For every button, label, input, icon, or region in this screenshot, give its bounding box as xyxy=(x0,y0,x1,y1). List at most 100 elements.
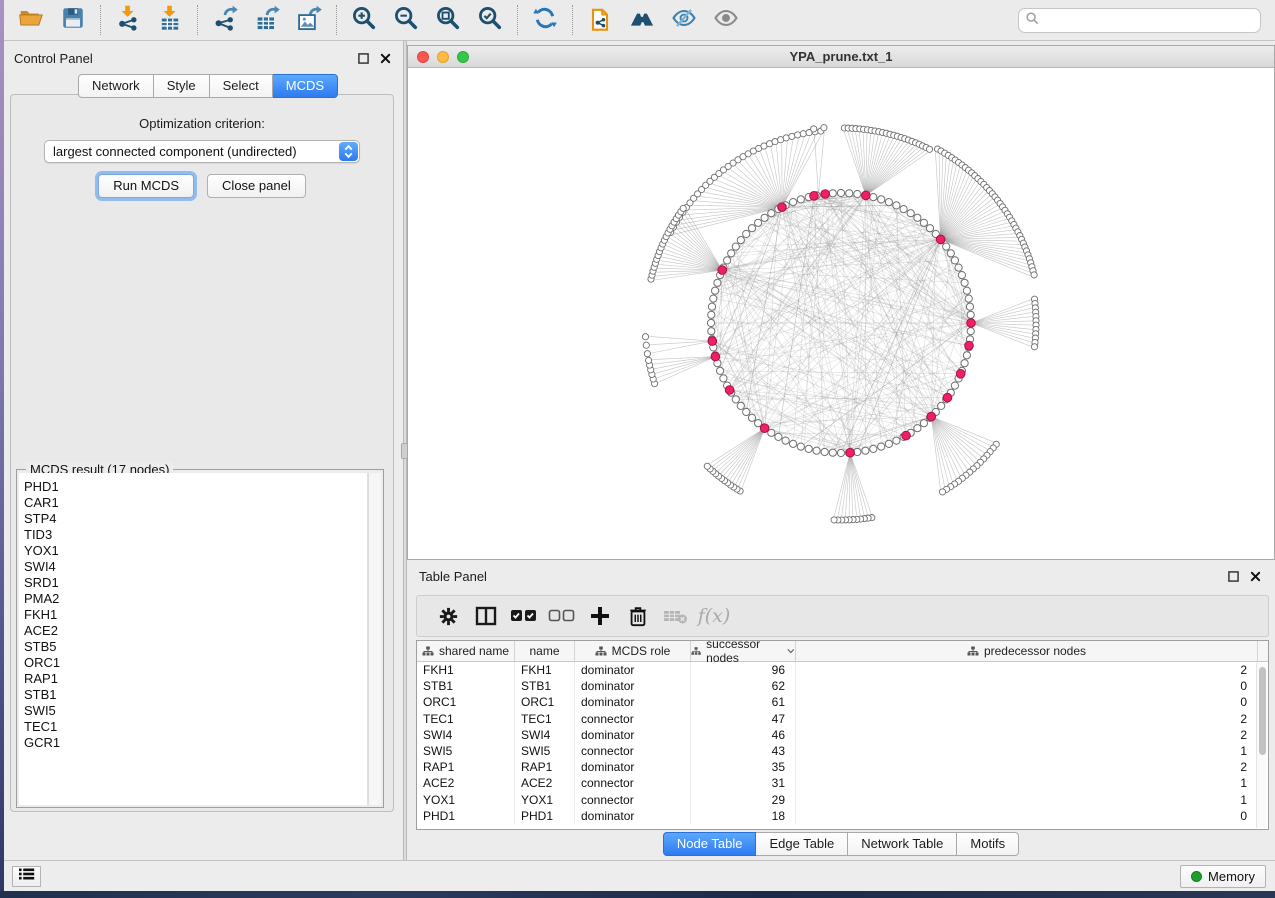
export-network-button[interactable] xyxy=(204,3,246,37)
table-cell[interactable]: connector xyxy=(575,743,691,759)
table-cell[interactable]: SWI5 xyxy=(515,743,575,759)
table-row[interactable]: RAP1RAP1dominator352 xyxy=(417,759,1268,775)
table-cell[interactable]: TEC1 xyxy=(515,711,575,727)
mcds-result-item[interactable]: SRD1 xyxy=(19,575,367,591)
mcds-node[interactable] xyxy=(902,431,911,440)
tab-mcds[interactable]: MCDS xyxy=(273,74,338,98)
table-cell[interactable]: STB1 xyxy=(515,678,575,694)
table-cell[interactable]: connector xyxy=(575,792,691,808)
tab-node-table[interactable]: Node Table xyxy=(663,832,757,856)
table-cell[interactable]: 2 xyxy=(796,727,1258,743)
mcds-result-item[interactable]: PHD1 xyxy=(19,479,367,495)
table-cell[interactable]: ACE2 xyxy=(417,775,515,791)
table-cell[interactable]: ORC1 xyxy=(417,694,515,710)
table-cell[interactable]: 35 xyxy=(691,759,796,775)
table-cell[interactable]: 1 xyxy=(796,743,1258,759)
table-cell[interactable]: dominator xyxy=(575,808,691,824)
column-header-predecessor-nodes[interactable]: predecessor nodes xyxy=(796,641,1258,661)
table-cell[interactable]: PHD1 xyxy=(515,808,575,824)
table-cell[interactable]: 43 xyxy=(691,743,796,759)
table-cell[interactable]: 1 xyxy=(796,775,1258,791)
table-row[interactable]: ORC1ORC1dominator610 xyxy=(417,694,1268,710)
search-network-button[interactable] xyxy=(621,3,663,37)
table-cell[interactable]: 62 xyxy=(691,678,796,694)
table-cell[interactable]: 2 xyxy=(796,662,1258,678)
mcds-node[interactable] xyxy=(821,190,830,199)
table-cell[interactable]: 1 xyxy=(796,792,1258,808)
zoom-out-button[interactable] xyxy=(385,3,427,37)
table-row[interactable]: PHD1PHD1dominator180 xyxy=(417,808,1268,824)
tab-network[interactable]: Network xyxy=(78,74,154,98)
optimization-criterion-select[interactable]: largest connected component (undirected) xyxy=(44,140,360,163)
table-cell[interactable]: dominator xyxy=(575,694,691,710)
mcds-node[interactable] xyxy=(967,319,976,328)
mcds-result-item[interactable]: STP4 xyxy=(19,511,367,527)
tab-select[interactable]: Select xyxy=(210,74,273,98)
table-settings-button[interactable] xyxy=(429,601,467,631)
table-cell[interactable]: dominator xyxy=(575,662,691,678)
table-cell[interactable]: 18 xyxy=(691,808,796,824)
float-table-panel-icon[interactable] xyxy=(1225,569,1241,583)
table-cell[interactable]: ORC1 xyxy=(515,694,575,710)
mcds-list-scrollbar[interactable] xyxy=(368,473,381,805)
column-header-shared-name[interactable]: shared name xyxy=(417,641,515,661)
mcds-result-item[interactable]: STB1 xyxy=(19,687,367,703)
table-cell[interactable]: 29 xyxy=(691,792,796,808)
mcds-result-item[interactable]: TID3 xyxy=(19,527,367,543)
mcds-node[interactable] xyxy=(956,370,965,379)
network-window-titlebar[interactable]: YPA_prune.txt_1 xyxy=(408,46,1274,68)
table-row[interactable]: SWI5SWI5connector431 xyxy=(417,743,1268,759)
table-cell[interactable]: YOX1 xyxy=(417,792,515,808)
table-scrollbar-thumb[interactable] xyxy=(1259,667,1266,755)
table-cell[interactable]: 0 xyxy=(796,808,1258,824)
save-session-button[interactable] xyxy=(52,3,94,37)
table-cell[interactable]: PHD1 xyxy=(417,808,515,824)
table-row[interactable]: TEC1TEC1connector472 xyxy=(417,711,1268,727)
table-cell[interactable]: 31 xyxy=(691,775,796,791)
close-panel-button[interactable]: Close panel xyxy=(207,174,306,198)
tab-edge-table[interactable]: Edge Table xyxy=(756,832,848,856)
mcds-node[interactable] xyxy=(936,235,945,244)
show-details-button[interactable] xyxy=(705,3,747,37)
zoom-fit-button[interactable] xyxy=(427,3,469,37)
table-cell[interactable]: SWI4 xyxy=(417,727,515,743)
table-row[interactable]: YOX1YOX1connector291 xyxy=(417,792,1268,808)
import-table-button[interactable] xyxy=(149,3,191,37)
mcds-result-item[interactable]: ORC1 xyxy=(19,655,367,671)
mcds-result-item[interactable]: SWI5 xyxy=(19,703,367,719)
table-cell[interactable]: YOX1 xyxy=(515,792,575,808)
table-cell[interactable]: TEC1 xyxy=(417,711,515,727)
delete-column-button[interactable] xyxy=(619,601,657,631)
run-mcds-button[interactable]: Run MCDS xyxy=(98,174,194,198)
table-cell[interactable]: 0 xyxy=(796,678,1258,694)
mcds-node[interactable] xyxy=(760,424,769,433)
mcds-node[interactable] xyxy=(943,393,952,402)
mcds-node[interactable] xyxy=(810,192,819,201)
zoom-selected-button[interactable] xyxy=(469,3,511,37)
export-table-button[interactable] xyxy=(246,3,288,37)
mcds-result-item[interactable]: CAR1 xyxy=(19,495,367,511)
memory-button[interactable]: Memory xyxy=(1180,865,1266,888)
tab-network-table[interactable]: Network Table xyxy=(848,832,957,856)
close-panel-icon[interactable] xyxy=(377,51,393,65)
table-cell[interactable]: STB1 xyxy=(417,678,515,694)
table-cell[interactable]: SWI5 xyxy=(417,743,515,759)
tab-style[interactable]: Style xyxy=(154,74,210,98)
table-cell[interactable]: connector xyxy=(575,711,691,727)
mcds-result-item[interactable]: GCR1 xyxy=(19,735,367,751)
column-header-MCDS-role[interactable]: MCDS role xyxy=(575,641,691,661)
table-cell[interactable]: dominator xyxy=(575,678,691,694)
table-cell[interactable]: connector xyxy=(575,775,691,791)
table-cell[interactable]: 47 xyxy=(691,711,796,727)
table-row[interactable]: STB1STB1dominator620 xyxy=(417,678,1268,694)
table-cell[interactable]: FKH1 xyxy=(417,662,515,678)
table-cell[interactable]: 2 xyxy=(796,759,1258,775)
network-search-input[interactable] xyxy=(1018,8,1261,33)
mcds-result-item[interactable]: RAP1 xyxy=(19,671,367,687)
table-cell[interactable]: dominator xyxy=(575,727,691,743)
table-cell[interactable]: ACE2 xyxy=(515,775,575,791)
table-cell[interactable]: SWI4 xyxy=(515,727,575,743)
mcds-node[interactable] xyxy=(846,448,855,457)
import-network-button[interactable] xyxy=(107,3,149,37)
select-all-button[interactable] xyxy=(505,601,543,631)
